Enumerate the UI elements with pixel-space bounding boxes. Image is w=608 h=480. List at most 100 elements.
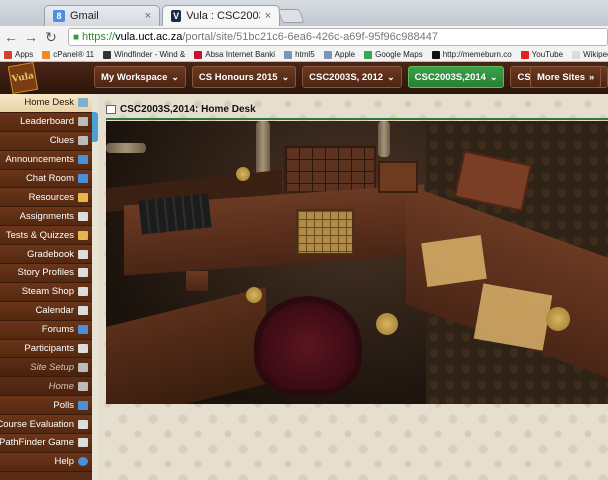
story-profiles-icon bbox=[78, 268, 88, 278]
sidebar-item-polls[interactable]: Polls bbox=[0, 396, 92, 416]
browser-tab-strip: 8 Gmail × V Vula : CSC2003S,2014 : Ho × bbox=[0, 0, 608, 26]
puzzle-board[interactable] bbox=[296, 209, 354, 255]
sidebar-item-announcements[interactable]: Announcements bbox=[0, 150, 92, 170]
bookmark-html5[interactable]: html5 bbox=[284, 50, 315, 59]
url-scheme: https:// bbox=[82, 31, 116, 43]
tab-label: Gmail bbox=[70, 10, 99, 22]
coin[interactable] bbox=[376, 313, 398, 335]
sidebar-item-home[interactable]: Home bbox=[0, 377, 92, 397]
small-box[interactable] bbox=[186, 271, 208, 291]
sidebar-item-pathfinder-game[interactable]: PathFinder Game bbox=[0, 434, 92, 453]
vula-logo[interactable]: Vula bbox=[7, 61, 39, 95]
site-csc2003s-2014[interactable]: CSC2003S,2014 ⌄ bbox=[407, 66, 505, 88]
bookmark-google-maps[interactable]: Google Maps bbox=[364, 50, 423, 59]
more-sites-button[interactable]: More Sites» bbox=[530, 66, 602, 88]
lock-icon: ■ bbox=[73, 31, 80, 43]
sidebar-item-participants[interactable]: Participants bbox=[0, 339, 92, 359]
close-icon[interactable]: × bbox=[265, 10, 271, 22]
treasure-chest[interactable] bbox=[378, 161, 418, 193]
back-icon[interactable]: ← bbox=[4, 29, 18, 45]
coin[interactable] bbox=[246, 287, 262, 303]
home-desk-scene[interactable] bbox=[106, 121, 608, 404]
sidebar-item-forums[interactable]: Forums bbox=[0, 320, 92, 340]
sidebar-item-tests-quizzes[interactable]: Tests & Quizzes bbox=[0, 226, 92, 246]
sidebar-item-resources[interactable]: Resources bbox=[0, 188, 92, 208]
sidebar-item-clues[interactable]: Clues bbox=[0, 131, 92, 151]
vula-favicon-icon: V bbox=[171, 10, 182, 22]
main-content: CSC2003S,2014: Home Desk bbox=[98, 94, 608, 480]
bookmark-absa[interactable]: Absa Internet Banki bbox=[194, 50, 275, 59]
site-csc2003s-2012[interactable]: CSC2003S, 2012 ⌄ bbox=[302, 66, 402, 88]
sidebar-item-course-evaluation[interactable]: Course Evaluation bbox=[0, 415, 92, 435]
sidebar-item-gradebook[interactable]: Gradebook bbox=[0, 245, 92, 265]
clock[interactable] bbox=[236, 167, 250, 181]
site-my-workspace[interactable]: My Workspace ⌄ bbox=[94, 66, 186, 88]
folder-icon bbox=[284, 50, 293, 59]
reload-icon[interactable]: ↻ bbox=[44, 29, 58, 46]
window-icon bbox=[106, 105, 116, 114]
course-evaluation-icon bbox=[78, 419, 88, 429]
apps-icon bbox=[4, 50, 12, 59]
url-path: /portal/site/51bc21c6-6ea6-426c-a69f-95f… bbox=[182, 31, 438, 43]
bookmarks-bar: Apps cPanel® 11 Windfinder - Wind & Absa… bbox=[0, 48, 608, 62]
home-icon bbox=[78, 381, 88, 391]
home-desk-icon bbox=[78, 98, 88, 108]
chevron-down-icon: ⌄ bbox=[387, 71, 395, 82]
absa-icon bbox=[194, 50, 203, 59]
sidebar-item-leaderboard[interactable]: Leaderboard bbox=[0, 112, 92, 132]
leaderboard-icon bbox=[78, 117, 88, 127]
sidebar-item-home-desk[interactable]: Home Desk bbox=[0, 94, 92, 113]
bookshelf[interactable] bbox=[138, 193, 212, 235]
gradebook-icon bbox=[78, 249, 88, 259]
address-bar[interactable]: ■ https:// vula.uct.ac.za /portal/site/5… bbox=[68, 28, 608, 46]
map-paper[interactable] bbox=[421, 235, 487, 287]
announcements-icon bbox=[78, 155, 88, 165]
calendar-icon bbox=[78, 306, 88, 316]
bookmark-windfinder[interactable]: Windfinder - Wind & bbox=[103, 50, 185, 59]
steam-shop-icon bbox=[78, 287, 88, 297]
participants-icon bbox=[78, 344, 88, 354]
bookmark-apple[interactable]: Apple bbox=[323, 50, 355, 59]
tab-gmail[interactable]: 8 Gmail × bbox=[44, 5, 160, 26]
wikipedia-icon bbox=[572, 50, 581, 59]
windfinder-icon bbox=[103, 50, 112, 59]
bookmark-cpanel[interactable]: cPanel® 11 bbox=[42, 50, 94, 59]
sidebar-item-steam-shop[interactable]: Steam Shop bbox=[0, 282, 92, 302]
forums-icon bbox=[78, 325, 88, 335]
gmail-favicon-icon: 8 bbox=[53, 10, 65, 22]
bookmark-apps[interactable]: Apps bbox=[4, 50, 33, 59]
coin[interactable] bbox=[546, 307, 570, 331]
sidebar-item-calendar[interactable]: Calendar bbox=[0, 301, 92, 321]
tool-sidebar: Home Desk Leaderboard Clues Announcement… bbox=[0, 94, 92, 480]
tab-vula[interactable]: V Vula : CSC2003S,2014 : Ho × bbox=[162, 5, 280, 26]
cpanel-icon bbox=[42, 50, 51, 59]
bookmark-memeburn[interactable]: http://memeburn.co bbox=[431, 50, 512, 59]
bookmark-youtube[interactable]: YouTube bbox=[520, 50, 563, 59]
help-icon bbox=[78, 457, 88, 467]
memeburn-icon bbox=[431, 50, 440, 59]
sidebar-item-help[interactable]: Help bbox=[0, 452, 92, 472]
sidebar-item-story-profiles[interactable]: Story Profiles bbox=[0, 264, 92, 283]
assignments-icon bbox=[78, 211, 88, 221]
sidebar-item-assignments[interactable]: Assignments bbox=[0, 207, 92, 227]
close-icon[interactable]: × bbox=[145, 10, 151, 22]
browser-toolbar: ← → ↻ ■ https:// vula.uct.ac.za /portal/… bbox=[0, 26, 608, 48]
chat-room-icon bbox=[78, 174, 88, 183]
bookmark-wikipedia[interactable]: Wikipedi bbox=[572, 50, 608, 59]
forward-icon[interactable]: → bbox=[24, 29, 38, 45]
new-tab-button[interactable] bbox=[277, 9, 305, 23]
pathfinder-icon bbox=[78, 438, 88, 448]
chair bbox=[254, 296, 362, 396]
clues-icon bbox=[78, 136, 88, 146]
youtube-icon bbox=[520, 50, 529, 59]
resources-icon bbox=[78, 192, 88, 202]
pigeonhole-shelf[interactable] bbox=[284, 145, 376, 193]
site-cs-honours-2015[interactable]: CS Honours 2015 ⌄ bbox=[191, 66, 297, 88]
blueprint-paper[interactable] bbox=[473, 283, 553, 351]
title-divider bbox=[106, 118, 608, 120]
sidebar-item-site-setup[interactable]: Site Setup bbox=[0, 358, 92, 378]
site-setup-icon bbox=[78, 362, 88, 372]
sidebar-item-chat-room[interactable]: Chat Room bbox=[0, 169, 92, 189]
chevron-down-icon: ⌄ bbox=[489, 71, 498, 82]
chevron-down-icon: ⌄ bbox=[171, 71, 179, 82]
